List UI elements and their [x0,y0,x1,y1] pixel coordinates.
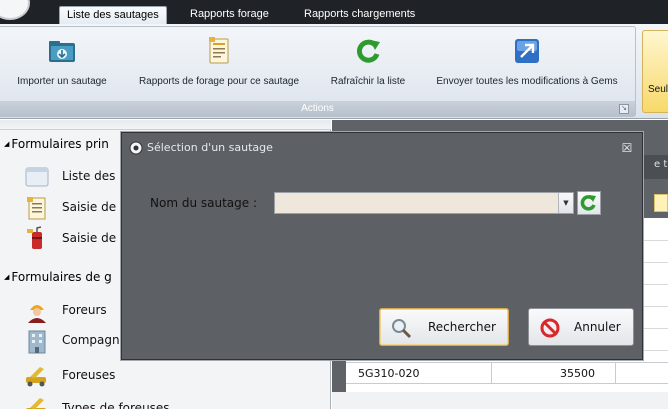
annuler-label: Annuler [574,320,621,334]
dialog-title: Sélection d'un sautage [147,141,273,154]
sidebar-item-label: Foreurs [62,303,107,317]
ribbon-group-caption: Actions ↘ [0,101,635,116]
cancel-icon [540,318,560,338]
selection-sautage-dialog: Sélection d'un sautage ☒ Nom du sautage … [121,132,643,360]
import-sautage-button[interactable]: Importer un sautage [8,31,116,95]
table-cell-value: 35500 [560,367,595,380]
refresh-list-button[interactable]: Rafraîchir la liste [322,31,414,95]
grid-selected-cell[interactable] [654,194,668,212]
sidebar-item-label: Types de foreuses [62,401,170,409]
ribbon-group-label: Actions [301,103,334,114]
tab-rapports-chargements[interactable]: Rapports chargements [297,6,422,24]
grid-footer [332,392,668,409]
app-window-icon [129,141,143,155]
send-arrow-icon [515,39,539,63]
refresh-icon [356,39,380,63]
chevron-down-icon[interactable]: ▼ [558,193,573,213]
rapports-forage-label: Rapports de forage pour ce sautage [138,76,300,87]
collapse-triangle-icon: ◢ [4,140,10,148]
tab-rapports-forage[interactable]: Rapports forage [183,6,276,24]
column-separator [491,363,492,383]
rechercher-button[interactable]: Rechercher [379,308,509,346]
nom-du-sautage-combobox[interactable]: ▼ [274,192,574,214]
import-sautage-label: Importer un sautage [17,76,107,87]
seul-button[interactable]: Seul [642,30,668,113]
form-document-icon [27,197,46,220]
report-document-icon [209,37,229,64]
table-row[interactable]: 5G310-020 35500 [346,362,668,384]
refresh-list-label: Rafraîchir la liste [330,76,406,87]
drill-rig-icon [26,367,46,387]
magnifier-icon [392,319,412,339]
dialog-title-bar[interactable]: Sélection d'un sautage ☒ [122,133,642,163]
grid-column-header[interactable]: e t [654,159,667,170]
sidebar-item-label: Liste des [62,169,116,183]
column-separator [615,363,616,383]
send-to-gems-label: Envoyer toutes les modifications à Gems [436,76,618,87]
sidebar-item-label: Saisie de [62,200,117,214]
sidebar-item-label: Compagn [62,333,120,347]
application-menu-button[interactable] [0,0,30,20]
refresh-icon [580,195,596,211]
folder-import-icon [49,41,75,62]
rapports-forage-button[interactable]: Rapports de forage pour ce sautage [126,31,312,95]
sidebar-top-edge [0,120,331,130]
drill-type-icon [26,398,46,409]
list-window-icon [25,167,49,187]
ribbon-tab-strip: Liste des sautages Rapports forage Rappo… [0,0,668,24]
sidebar-item-label: Saisie de [62,231,117,245]
refresh-sautages-button[interactable] [577,191,601,215]
ribbon-group-actions: Importer un sautage Rapports de forage p… [0,26,636,117]
worker-icon [28,305,46,323]
ribbon: Importer un sautage Rapports de forage p… [0,24,668,119]
sidebar-section-formulaires-principaux[interactable]: ◢ Formulaires prin [4,137,109,151]
send-to-gems-button[interactable]: Envoyer toutes les modifications à Gems [422,31,632,95]
sidebar-item-label: Foreuses [62,368,116,382]
tab-liste-des-sautages[interactable]: Liste des sautages [59,6,167,24]
close-icon[interactable]: ☒ [620,141,634,155]
nom-du-sautage-label: Nom du sautage : [150,196,257,210]
dialog-launcher-icon[interactable]: ↘ [619,104,629,114]
table-cell-name: 5G310-020 [358,367,420,380]
explosive-charge-icon [27,226,42,249]
collapse-triangle-icon: ◢ [4,273,10,281]
sidebar-section-formulaires-gestion[interactable]: ◢ Formulaires de g [4,270,112,284]
annuler-button[interactable]: Annuler [528,308,634,346]
nom-du-sautage-input[interactable] [275,193,559,213]
rechercher-label: Rechercher [428,320,496,334]
building-icon [28,330,46,354]
